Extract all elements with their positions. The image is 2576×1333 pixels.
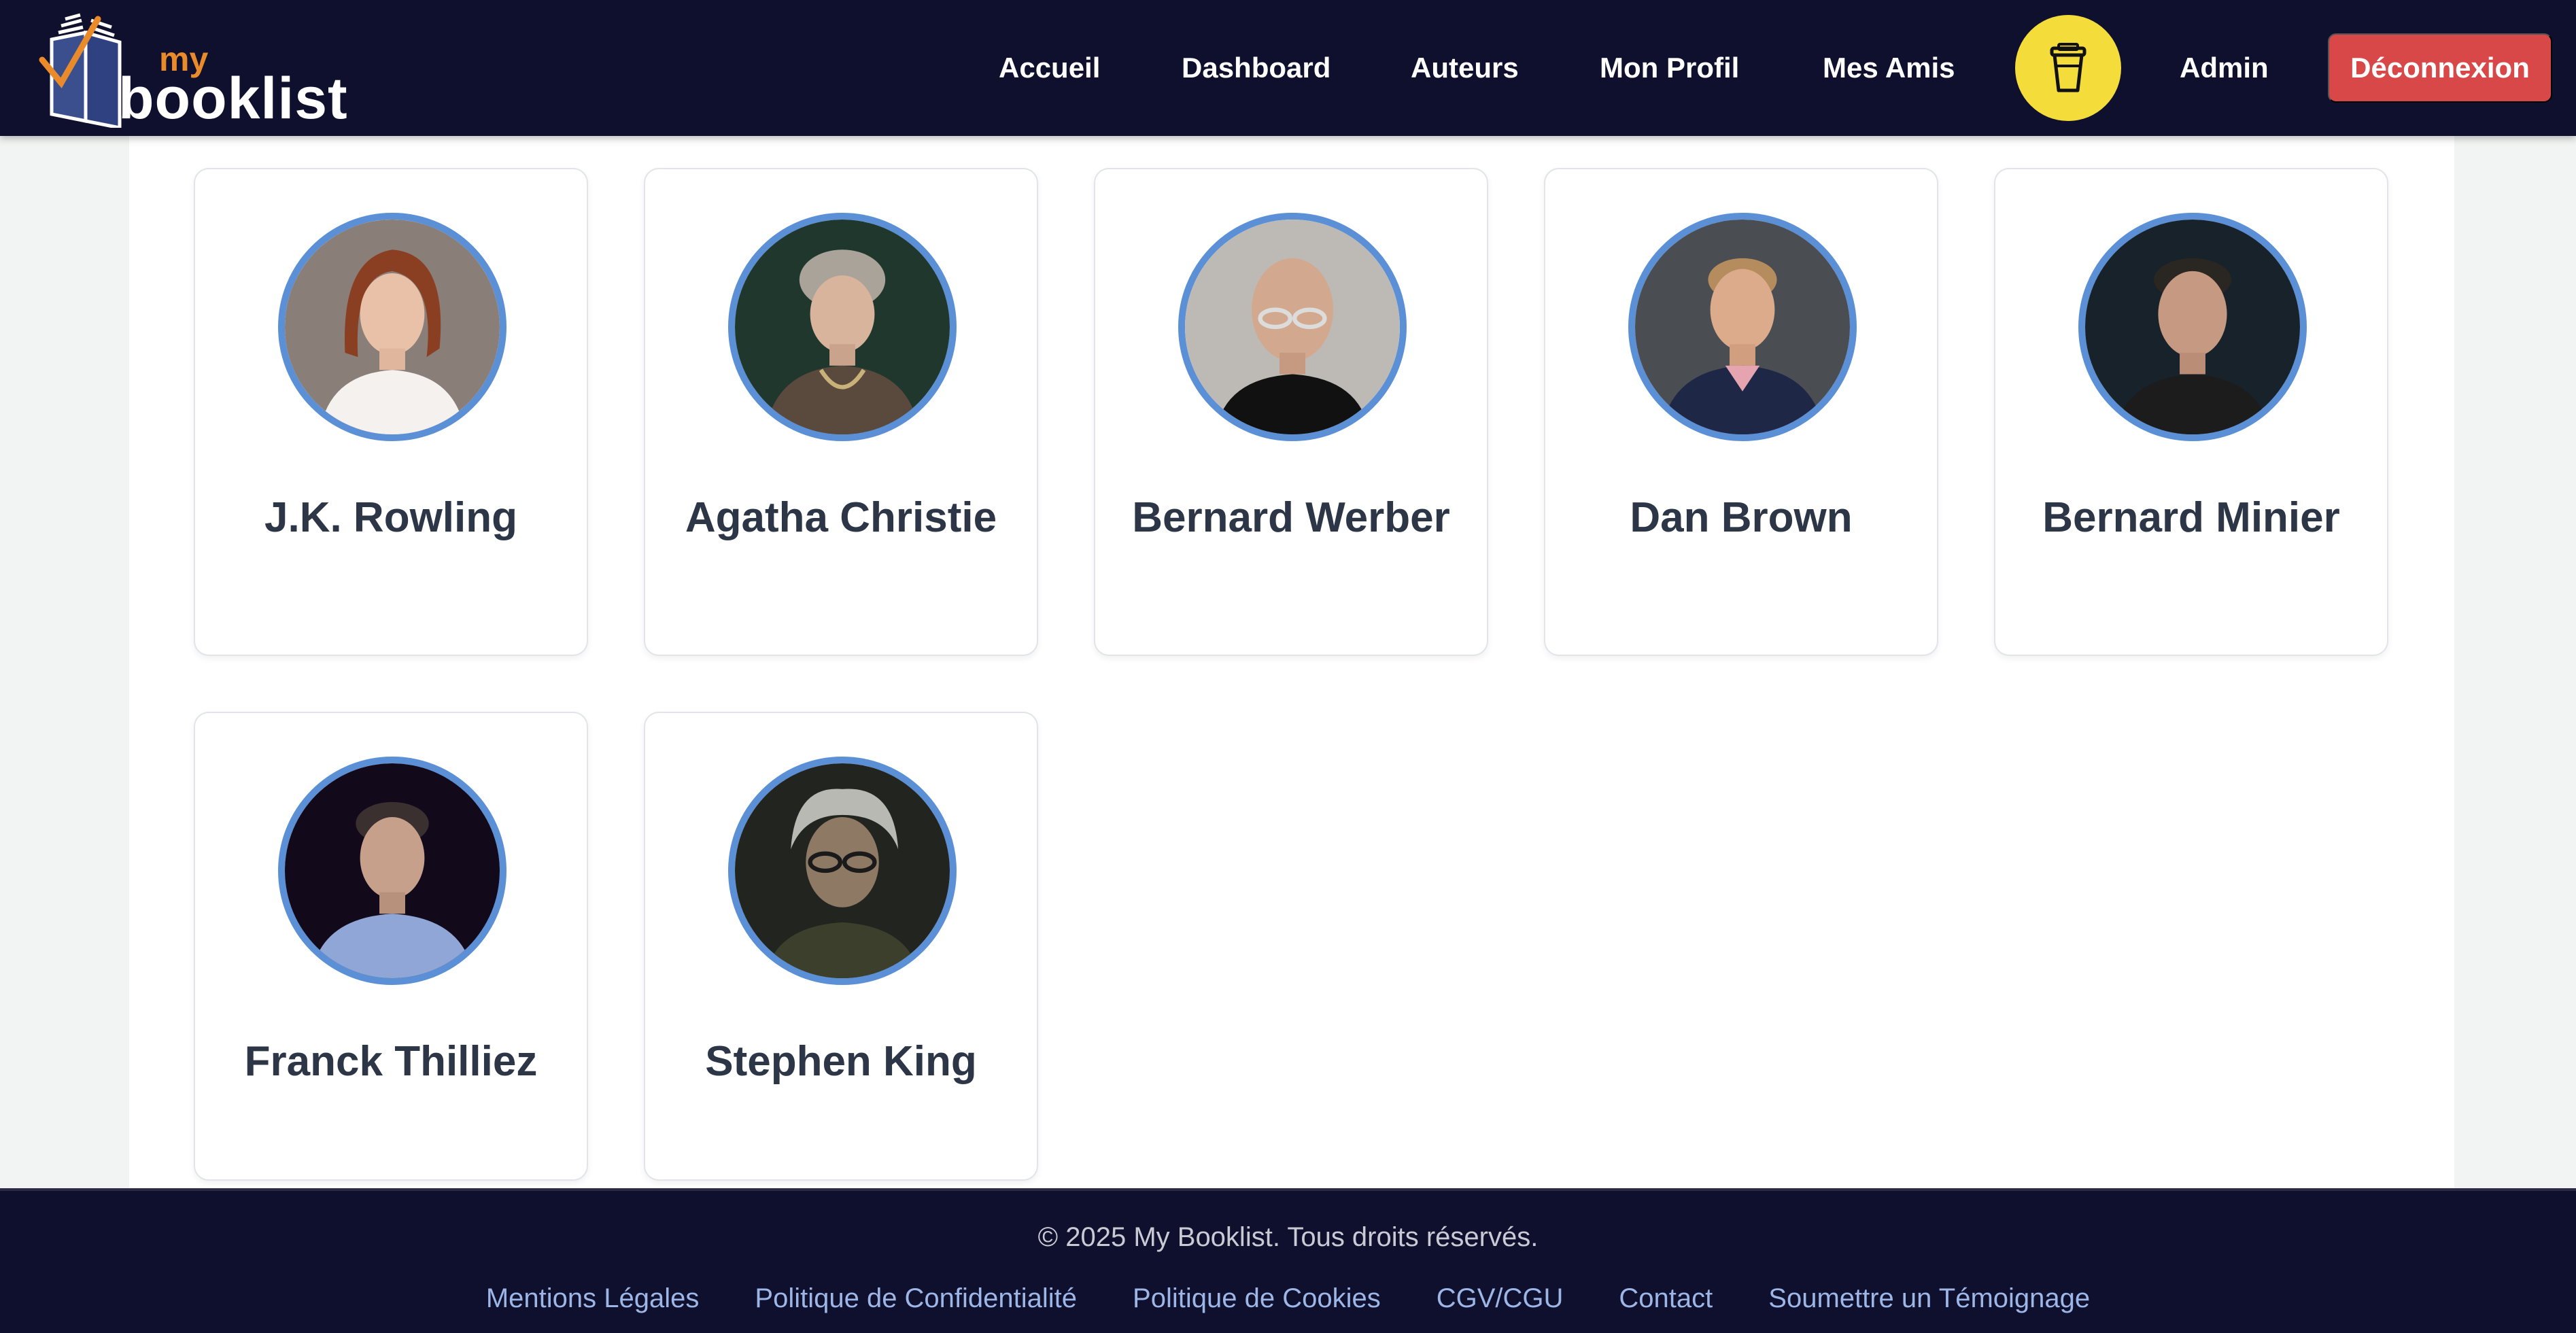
author-card[interactable]: Dan Brown [1544,168,1938,656]
author-photo [728,757,957,985]
authors-panel: J.K. Rowling Agatha Christie Bernard Wer… [129,136,2454,1188]
page-footer: © 2025 My Booklist. Tous droits réservés… [0,1188,2576,1333]
author-photo [278,213,506,441]
author-name: Bernard Minier [2042,494,2340,541]
author-card[interactable]: J.K. Rowling [194,168,588,656]
top-navbar: my booklist Accueil Dashboard Auteurs Mo… [0,0,2576,136]
author-name: Stephen King [705,1038,977,1085]
author-card[interactable]: Bernard Minier [1994,168,2388,656]
nav-link-dashboard[interactable]: Dashboard [1182,0,1330,136]
footer-link-mentions-legales[interactable]: Mentions Légales [486,1285,700,1312]
footer-link-cgv-cgu[interactable]: CGV/CGU [1437,1285,1564,1312]
footer-link-confidentialite[interactable]: Politique de Confidentialité [755,1285,1077,1312]
nav-link-admin[interactable]: Admin [2180,0,2269,136]
author-photo [2078,213,2307,441]
author-photo [1628,213,1857,441]
footer-link-temoignage[interactable]: Soumettre un Témoignage [1768,1285,2090,1312]
author-card[interactable]: Stephen King [644,712,1038,1181]
author-card[interactable]: Agatha Christie [644,168,1038,656]
footer-link-cookies[interactable]: Politique de Cookies [1133,1285,1381,1312]
nav-link-accueil[interactable]: Accueil [999,0,1100,136]
author-name: Bernard Werber [1132,494,1450,541]
author-card[interactable]: Bernard Werber [1094,168,1488,656]
nav-link-mes-amis[interactable]: Mes Amis [1823,0,1955,136]
coffee-button[interactable] [2015,15,2121,121]
nav-link-auteurs[interactable]: Auteurs [1411,0,1519,136]
brand-name: booklist [118,66,348,131]
footer-links: Mentions Légales Politique de Confidenti… [0,1285,2576,1312]
nav-link-mon-profil[interactable]: Mon Profil [1600,0,1739,136]
footer-link-contact[interactable]: Contact [1619,1285,1713,1312]
author-name: J.K. Rowling [264,494,517,541]
author-card[interactable]: Franck Thilliez [194,712,588,1181]
author-photo [728,213,957,441]
copyright-text: © 2025 My Booklist. Tous droits réservés… [1037,1222,1539,1252]
coffee-cup-icon [2050,43,2086,92]
brand-logo[interactable]: my booklist [38,12,347,128]
logout-button[interactable]: Déconnexion [2328,33,2552,103]
author-photo [278,757,506,985]
author-name: Dan Brown [1630,494,1853,541]
author-photo [1178,213,1407,441]
author-name: Franck Thilliez [244,1038,538,1085]
author-name: Agatha Christie [685,494,997,541]
